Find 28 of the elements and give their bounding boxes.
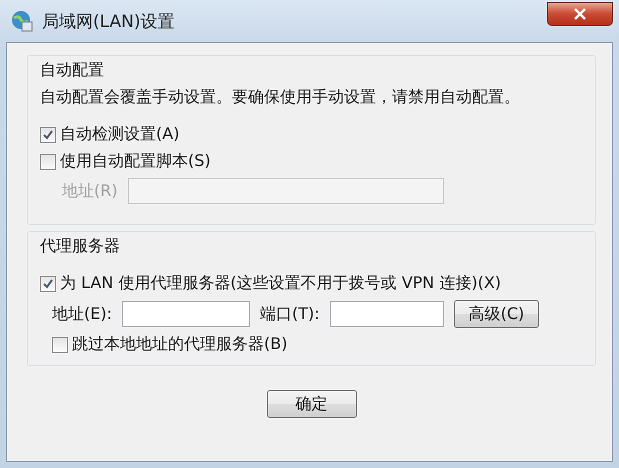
checkbox-label: 使用自动配置脚本(S) (60, 151, 211, 172)
checkbox-label: 自动检测设置(A) (60, 124, 180, 145)
checkbox[interactable] (52, 336, 68, 352)
close-button[interactable] (547, 2, 613, 26)
checkbox-label: 跳过本地地址的代理服务器(B) (72, 334, 288, 355)
globe-icon (10, 9, 34, 33)
checkbox-row[interactable]: 跳过本地地址的代理服务器(B) (52, 334, 583, 355)
ok-button[interactable]: 确定 (266, 390, 356, 418)
checkbox[interactable] (40, 276, 56, 292)
description-text: 自动配置会覆盖手动设置。要确保使用手动设置，请禁用自动配置。 (40, 87, 521, 108)
field-label: 地址(R) (62, 180, 118, 202)
checkbox-label: 为 LAN 使用代理服务器(这些设置不用于拨号或 VPN 连接)(X) (60, 273, 502, 294)
field-label: 端口(T): (260, 304, 320, 324)
checkbox-row[interactable]: 使用自动配置脚本(S) (40, 151, 583, 172)
group-title: 代理服务器 (40, 236, 121, 257)
checkbox[interactable] (40, 154, 56, 170)
port-field[interactable] (330, 301, 444, 327)
checkbox-row[interactable]: 为 LAN 使用代理服务器(这些设置不用于拨号或 VPN 连接)(X) (40, 273, 583, 294)
advanced-button[interactable]: 高级(C) (454, 300, 540, 328)
address-field[interactable] (122, 301, 250, 327)
checkbox-row[interactable]: 自动检测设置(A) (40, 124, 583, 145)
checkmark-icon (42, 278, 54, 290)
close-icon (573, 8, 587, 20)
window-title: 局域网(LAN)设置 (42, 10, 176, 32)
checkmark-icon (42, 128, 54, 140)
group-title: 自动配置 (40, 60, 105, 81)
checkbox[interactable] (40, 126, 56, 142)
field-label: 地址(E): (52, 304, 112, 324)
